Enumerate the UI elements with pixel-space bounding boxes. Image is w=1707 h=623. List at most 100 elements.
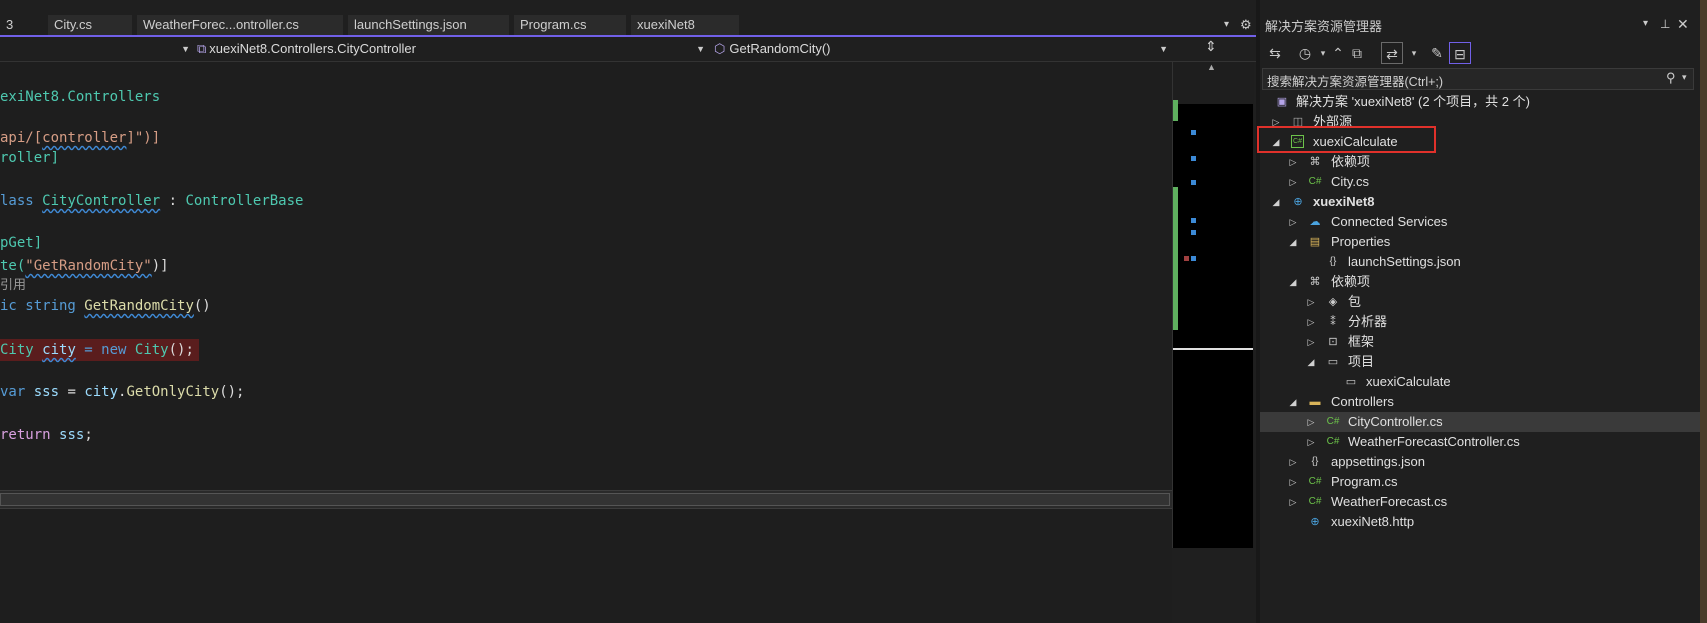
member-dropdown-value: GetRandomCity() bbox=[729, 41, 831, 56]
editor-tab[interactable]: City.cs bbox=[48, 15, 132, 35]
member-dropdown[interactable]: ⬡ GetRandomCity() ▼ bbox=[714, 39, 1172, 59]
code-token: sss bbox=[59, 427, 85, 443]
tree-item-solution[interactable]: ▣ 解决方案 'xuexiNet8' (2 个项目，共 2 个) bbox=[1260, 92, 1700, 112]
tree-item-label: appsettings.json bbox=[1331, 454, 1425, 469]
tree-item-http-file[interactable]: ⊕ xuexiNet8.http bbox=[1260, 512, 1700, 532]
editor-tab[interactable]: xuexiNet8 bbox=[631, 15, 739, 35]
tree-item-project-reference[interactable]: ▭ xuexiCalculate bbox=[1260, 372, 1700, 392]
expand-arrow-icon[interactable]: ▷ bbox=[1305, 412, 1317, 432]
codelens-references[interactable]: 引用 bbox=[0, 275, 26, 295]
close-icon[interactable]: ✕ bbox=[1677, 16, 1689, 33]
tree-item-label: 分析器 bbox=[1348, 314, 1388, 329]
chevron-down-icon[interactable]: ▾ bbox=[1682, 72, 1687, 83]
tree-item-appsettings[interactable]: ▷ {} appsettings.json bbox=[1260, 452, 1700, 472]
preview-selected-items-icon[interactable]: ⊟ bbox=[1449, 42, 1471, 64]
pin-icon[interactable]: ⊥ bbox=[1660, 17, 1670, 31]
project-dropdown[interactable]: ▼ bbox=[0, 39, 194, 59]
tree-item-dependencies[interactable]: ▷ ⌘ 依赖项 bbox=[1260, 152, 1700, 172]
expand-arrow-icon[interactable]: ▷ bbox=[1287, 472, 1299, 492]
tree-item-citycontroller[interactable]: ▷ C# CityController.cs bbox=[1260, 412, 1700, 432]
http-globe-icon: ⊕ bbox=[1310, 516, 1320, 528]
project-reference-icon: ▭ bbox=[1345, 376, 1357, 388]
tree-item-dependencies[interactable]: ◢ ⌘ 依赖项 bbox=[1260, 272, 1700, 292]
editor-tab[interactable]: launchSettings.json bbox=[348, 15, 509, 35]
tree-item-label: xuexiCalculate bbox=[1366, 374, 1451, 389]
split-window-icon[interactable]: ⇕ bbox=[1205, 38, 1217, 55]
web-project-icon: ⊕ bbox=[1293, 196, 1303, 208]
code-token: GetOnlyCity bbox=[126, 384, 220, 400]
minimap-scroll-up-icon[interactable]: ▲ bbox=[1207, 62, 1216, 72]
csharp-file-icon: C# bbox=[1326, 436, 1340, 447]
solution-explorer-toolbar: ⇆ ◷ ▾ ⌃ ⧉ ⇄ ▾ ✎ ⊟ bbox=[1260, 40, 1700, 66]
expand-arrow-icon[interactable]: ▷ bbox=[1305, 432, 1317, 452]
code-token: (); bbox=[219, 384, 245, 400]
expand-arrow-icon[interactable]: ▷ bbox=[1305, 312, 1317, 332]
tree-item-controllers-folder[interactable]: ◢ ▬ Controllers bbox=[1260, 392, 1700, 412]
tree-item-analyzers[interactable]: ▷ ⁑ 分析器 bbox=[1260, 312, 1700, 332]
csharp-file-icon: C# bbox=[1308, 476, 1322, 487]
expand-arrow-icon[interactable]: ▷ bbox=[1287, 172, 1299, 192]
tree-item-project-xuexinet8[interactable]: ◢ ⊕ xuexiNet8 bbox=[1260, 192, 1700, 212]
code-token: () bbox=[193, 298, 211, 314]
collapse-arrow-icon[interactable]: ◢ bbox=[1287, 232, 1299, 252]
minimap-viewport[interactable] bbox=[1173, 104, 1253, 350]
code-token: roller] bbox=[0, 150, 60, 166]
class-dropdown[interactable]: ⧉ xuexiNet8.Controllers.CityController ▼ bbox=[197, 39, 709, 59]
chevron-down-icon: ▼ bbox=[696, 44, 705, 54]
expand-arrow-icon[interactable]: ▷ bbox=[1287, 212, 1299, 232]
collapse-arrow-icon[interactable]: ◢ bbox=[1305, 352, 1317, 372]
wrench-icon[interactable]: ✎ bbox=[1426, 42, 1448, 64]
expand-arrow-icon[interactable]: ▷ bbox=[1287, 452, 1299, 472]
minimap-marker bbox=[1191, 218, 1196, 223]
switch-views-icon[interactable]: ⇆ bbox=[1264, 42, 1286, 64]
tree-item-projects[interactable]: ◢ ▭ 项目 bbox=[1260, 352, 1700, 372]
code-line: ic string GetRandomCity() bbox=[0, 296, 211, 316]
copy-icon[interactable]: ⧉ bbox=[1346, 42, 1368, 64]
expand-arrow-icon[interactable]: ▷ bbox=[1305, 292, 1317, 312]
code-token: GetRandomCity bbox=[84, 298, 194, 314]
code-line: roller] bbox=[0, 148, 59, 168]
editor-tab[interactable]: Program.cs bbox=[514, 15, 626, 35]
tree-item-city-cs[interactable]: ▷ C# City.cs bbox=[1260, 172, 1700, 192]
tree-item-launchsettings[interactable]: {} launchSettings.json bbox=[1260, 252, 1700, 272]
window-position-dropdown-icon[interactable]: ▾ bbox=[1643, 18, 1648, 29]
tree-item-program-cs[interactable]: ▷ C# Program.cs bbox=[1260, 472, 1700, 492]
tree-item-label: Program.cs bbox=[1331, 474, 1398, 489]
tree-item-properties[interactable]: ◢ ▤ Properties bbox=[1260, 232, 1700, 252]
collapse-arrow-icon[interactable]: ◢ bbox=[1287, 272, 1299, 292]
code-token: return bbox=[0, 427, 60, 443]
minimap-lower-area[interactable] bbox=[1173, 350, 1253, 548]
code-token: )] bbox=[151, 258, 169, 274]
editor-tab[interactable]: 3 bbox=[0, 15, 50, 35]
minimap-marker bbox=[1191, 230, 1196, 235]
editor-tab[interactable]: WeatherForec...ontroller.cs bbox=[137, 15, 343, 35]
horizontal-scrollbar-thumb[interactable] bbox=[0, 493, 1170, 506]
code-token: = new bbox=[75, 342, 135, 358]
collapse-arrow-icon[interactable]: ◢ bbox=[1287, 392, 1299, 412]
minimap-marker bbox=[1191, 130, 1196, 135]
tree-item-weatherforecast-cs[interactable]: ▷ C# WeatherForecast.cs bbox=[1260, 492, 1700, 512]
code-token: CityController bbox=[42, 193, 161, 209]
code-line: return sss; bbox=[0, 425, 93, 445]
code-token: City bbox=[0, 342, 43, 358]
solution-explorer-search[interactable]: 搜索解决方案资源管理器(Ctrl+;) ⚲ ▾ bbox=[1262, 68, 1694, 90]
tab-list-dropdown-icon[interactable]: ▾ bbox=[1224, 15, 1229, 35]
sync-with-document-icon[interactable]: ⇄ bbox=[1381, 42, 1403, 64]
search-icon[interactable]: ⚲ bbox=[1666, 70, 1676, 86]
expand-arrow-icon[interactable]: ▷ bbox=[1287, 492, 1299, 512]
tree-item-packages[interactable]: ▷ ◈ 包 bbox=[1260, 292, 1700, 312]
tree-item-weatherforecastcontroller[interactable]: ▷ C# WeatherForecastController.cs bbox=[1260, 432, 1700, 452]
properties-wrench-icon: ▤ bbox=[1309, 236, 1321, 248]
folder-icon: ▬ bbox=[1309, 396, 1321, 408]
tree-item-frameworks[interactable]: ▷ ⊡ 框架 bbox=[1260, 332, 1700, 352]
tree-item-label: 项目 bbox=[1348, 354, 1375, 369]
gear-icon[interactable]: ⚙ bbox=[1240, 15, 1252, 35]
dependencies-icon: ⌘ bbox=[1309, 276, 1321, 288]
expand-arrow-icon[interactable]: ▷ bbox=[1305, 332, 1317, 352]
expand-arrow-icon[interactable]: ▷ bbox=[1287, 152, 1299, 172]
code-token: sss bbox=[33, 384, 60, 400]
tree-item-connected-services[interactable]: ▷ ☁ Connected Services bbox=[1260, 212, 1700, 232]
collapse-arrow-icon[interactable]: ◢ bbox=[1270, 192, 1282, 212]
chevron-down-icon[interactable]: ▾ bbox=[1403, 42, 1425, 64]
code-token: controller bbox=[42, 130, 127, 146]
